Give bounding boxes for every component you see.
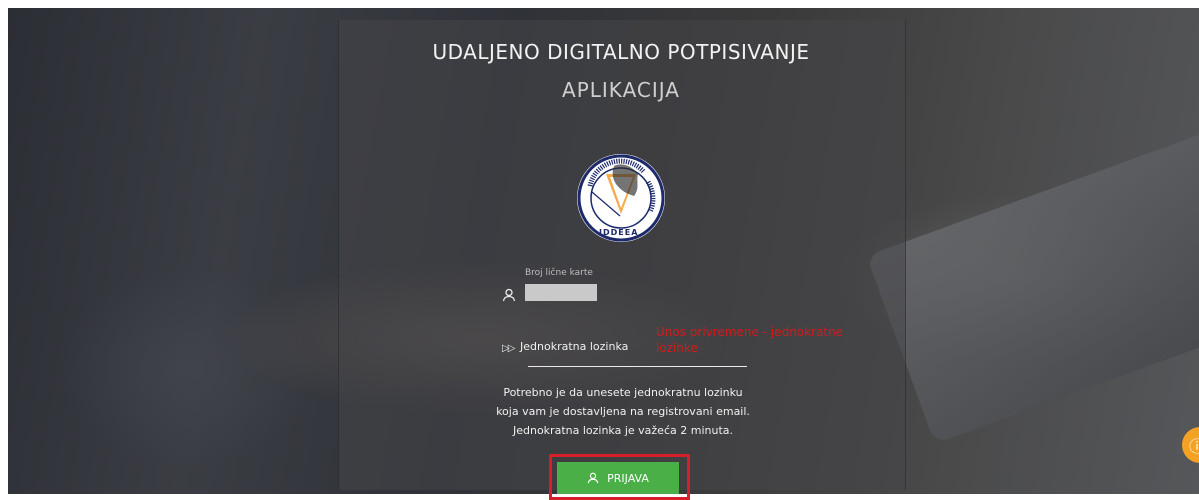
login-button[interactable]: PRIJAVA bbox=[557, 462, 679, 494]
info-line-3: Jednokratna lozinka je važeća 2 minuta. bbox=[512, 424, 733, 437]
help-icon: ⓘ bbox=[1189, 437, 1199, 456]
login-button-label: PRIJAVA bbox=[607, 471, 649, 485]
user-icon bbox=[587, 472, 599, 484]
annotation-note: Unos privremene - jednokratne lozinke bbox=[656, 325, 844, 355]
info-text: Potrebno je da unesete jednokratnu lozin… bbox=[470, 383, 776, 440]
forward-icon: ▷▷ bbox=[502, 343, 515, 354]
info-line-1: Potrebno je da unesete jednokratnu lozin… bbox=[503, 386, 743, 399]
user-icon bbox=[502, 288, 516, 302]
info-line-2: koja vam je dostavljena na registrovani … bbox=[496, 405, 750, 418]
logo-wordmark: IDDEEA bbox=[599, 228, 639, 237]
background-tablet bbox=[866, 112, 1199, 444]
id-card-label: Broj lične karte bbox=[525, 268, 593, 278]
app-title: UDALJENO DIGITALNO POTPISIVANJE bbox=[432, 40, 810, 64]
id-card-input[interactable] bbox=[525, 284, 597, 301]
otp-underline bbox=[528, 366, 747, 367]
otp-field[interactable]: Jednokratna lozinka bbox=[520, 340, 628, 353]
app-subtitle: APLIKACIJA bbox=[562, 78, 680, 102]
